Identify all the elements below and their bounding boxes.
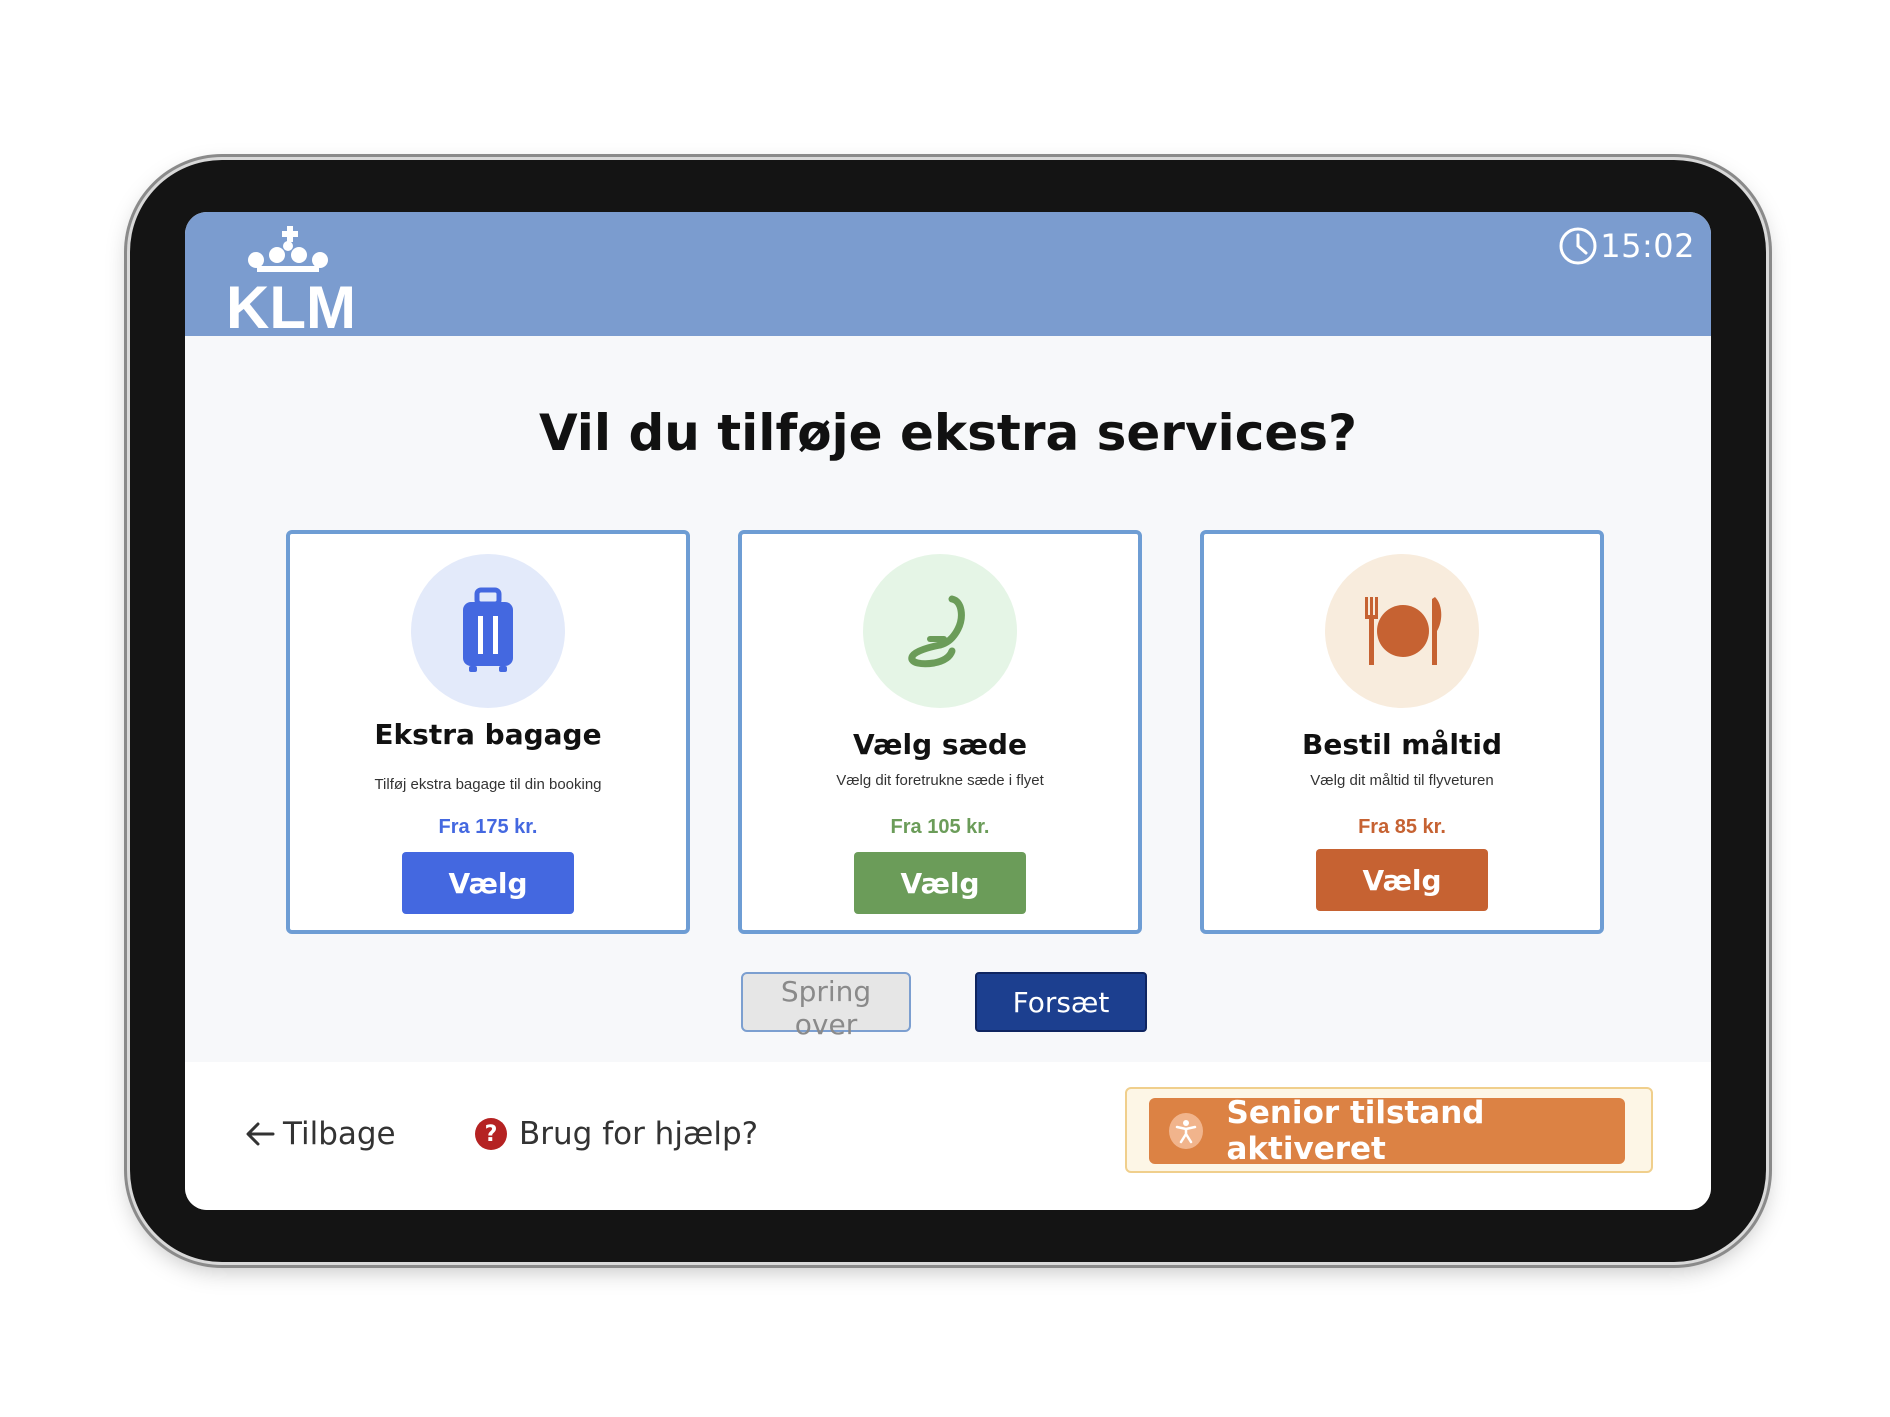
service-card-baggage: Ekstra bagage Tilføj ekstra bagage til d… — [286, 530, 690, 934]
help-link[interactable]: ? Brug for hjælp? — [475, 1116, 758, 1152]
suitcase-icon — [463, 587, 513, 672]
service-card-meal: Bestil måltid Vælg dit måltid til flyvet… — [1200, 530, 1604, 934]
clock-icon — [1559, 227, 1597, 265]
senior-mode-button[interactable]: Senior tilstand aktiveret — [1149, 1095, 1625, 1167]
card-price: Fra 85 kr. — [1358, 816, 1446, 838]
header-bar: KLM 15:02 — [185, 212, 1711, 336]
seat-icon-circle — [863, 554, 1017, 708]
senior-mode-panel: Senior tilstand aktiveret — [1125, 1087, 1653, 1173]
select-baggage-button[interactable]: Vælg — [402, 852, 574, 914]
continue-button[interactable]: Forsæt — [975, 972, 1147, 1032]
service-card-seat: Vælg sæde Vælg dit foretrukne sæde i fly… — [738, 530, 1142, 934]
card-title: Vælg sæde — [853, 728, 1027, 761]
back-link[interactable]: Tilbage — [243, 1116, 396, 1152]
page-title: Vil du tilføje ekstra services? — [538, 404, 1358, 462]
tablet-frame: KLM 15:02 Vil du tilføje ekstra services… — [130, 160, 1766, 1262]
card-title: Bestil måltid — [1301, 728, 1503, 761]
card-subtitle: Vælg dit foretrukne sæde i flyet — [836, 772, 1044, 789]
card-price: Fra 105 kr. — [890, 816, 990, 838]
back-label: Tilbage — [283, 1116, 396, 1152]
card-title: Ekstra bagage — [374, 718, 602, 751]
help-icon: ? — [475, 1118, 507, 1150]
card-price: Fra 175 kr. — [438, 816, 538, 838]
suitcase-icon-circle — [411, 554, 565, 708]
seat-icon — [908, 595, 965, 668]
app-screen: KLM 15:02 Vil du tilføje ekstra services… — [185, 212, 1711, 1210]
skip-button[interactable]: Spring over — [741, 972, 911, 1041]
help-label: Brug for hjælp? — [519, 1116, 759, 1152]
card-subtitle: Tilføj ekstra bagage til din booking — [374, 776, 602, 793]
clock-time: 15:02 — [1600, 227, 1695, 265]
meal-icon — [1365, 597, 1442, 665]
arrow-left-icon — [246, 1122, 275, 1146]
select-seat-button[interactable]: Vælg — [854, 852, 1026, 914]
accessibility-icon — [1169, 1113, 1203, 1149]
select-meal-button[interactable]: Vælg — [1316, 849, 1488, 911]
brand-text: KLM — [226, 274, 356, 332]
clock: 15:02 — [1558, 226, 1695, 266]
footer-bar: Tilbage ? Brug for hjælp? Senior tilstan… — [185, 1062, 1711, 1210]
meal-icon-circle — [1325, 554, 1479, 708]
senior-mode-label: Senior tilstand aktiveret — [1226, 1095, 1485, 1167]
klm-logo: KLM — [226, 226, 356, 332]
card-subtitle: Vælg dit måltid til flyveturen — [1310, 772, 1494, 789]
